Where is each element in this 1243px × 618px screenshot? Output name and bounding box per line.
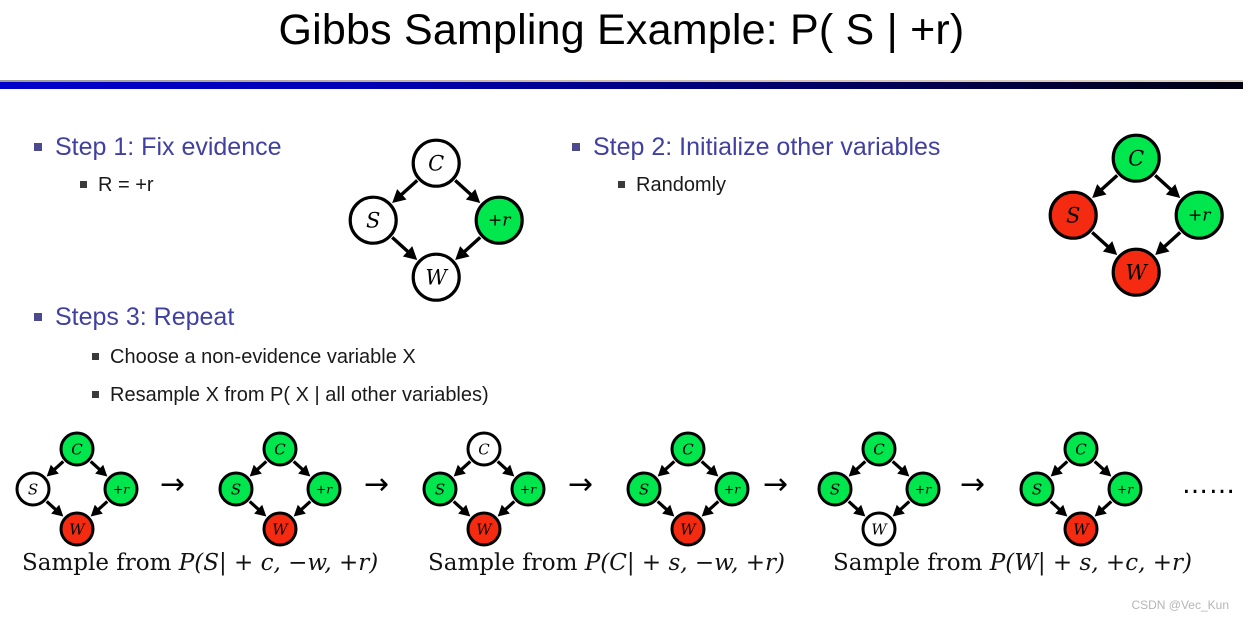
bn-node-label-r: +r xyxy=(316,482,333,496)
step-2-heading: Step 2: Initialize other variables xyxy=(593,133,941,161)
bullet-step-1-sub-1: R = +r xyxy=(80,174,154,197)
bayes-net-step2: C S +r W xyxy=(1045,130,1227,300)
title-divider xyxy=(0,80,1243,89)
bn-node-label-c: C xyxy=(478,440,490,458)
bullet-step-3-sub-1: Choose a non-evidence variable X xyxy=(92,346,416,369)
caption-sample-s: Sample from P(S| + c, −w, +r) xyxy=(22,550,378,576)
bn-node-label-s: S xyxy=(830,480,840,498)
bn-node-label-w: W xyxy=(680,520,697,538)
caption-formula: P(W| + s, +c, +r) xyxy=(989,550,1192,576)
step-3-sub-text-1: Choose a non-evidence variable X xyxy=(110,346,416,368)
bayes-net-chain-5: C S +r W xyxy=(814,428,944,550)
chain-arrow-1: → xyxy=(160,467,186,502)
bayes-net-chain-1: C S +r W xyxy=(12,428,142,550)
step-3-heading: Steps 3: Repeat xyxy=(55,303,235,331)
chain-arrow-2: → xyxy=(364,467,390,502)
bn-node-label-w: W xyxy=(1073,520,1090,538)
bn-node-label-c: C xyxy=(873,440,885,458)
bayes-net-step1: C S +r W xyxy=(345,135,527,305)
bullet-step-2: Step 2: Initialize other variables xyxy=(572,133,940,162)
bullet-step-2-sub-1: Randomly xyxy=(618,174,726,197)
bn-node-label-r: +r xyxy=(915,482,932,496)
bn-node-label-r: +r xyxy=(1117,482,1134,496)
watermark: CSDN @Vec_Kun xyxy=(1131,598,1229,612)
step-1-sub-text: R = +r xyxy=(98,174,154,196)
bullet-marker-icon xyxy=(34,313,42,321)
chain-ellipsis: …… xyxy=(1182,470,1236,500)
bn-node-label-c: C xyxy=(682,440,694,458)
bn-node-label-s: S xyxy=(1032,480,1042,498)
bn-node-label-s: S xyxy=(28,480,38,498)
bullet-marker-icon xyxy=(34,143,42,151)
step-1-heading: Step 1: Fix evidence xyxy=(55,133,282,161)
sub-bullet-marker-icon xyxy=(80,181,87,188)
bn-node-label-r: +r xyxy=(113,482,130,496)
sub-bullet-marker-icon xyxy=(92,353,99,360)
bayes-net-chain-6: C S +r W xyxy=(1016,428,1146,550)
bullet-step-3: Steps 3: Repeat xyxy=(34,303,234,332)
caption-prefix: Sample from xyxy=(22,550,179,576)
caption-formula: P(S| + c, −w, +r) xyxy=(178,550,379,576)
bn-node-label-r: +r xyxy=(1188,206,1212,226)
bn-node-label-c: C xyxy=(274,440,286,458)
sub-bullet-marker-icon xyxy=(618,181,625,188)
divider-bar xyxy=(0,82,1243,89)
step-2-sub-text: Randomly xyxy=(636,174,727,196)
page-title: Gibbs Sampling Example: P( S | +r) xyxy=(278,6,965,54)
bullet-step-3-sub-2: Resample X from P( X | all other variabl… xyxy=(92,384,489,407)
bn-node-label-c: C xyxy=(428,152,444,176)
caption-prefix: Sample from xyxy=(428,550,585,576)
bullet-marker-icon xyxy=(572,143,580,151)
bn-node-label-r: +r xyxy=(520,482,537,496)
bn-node-label-r: +r xyxy=(724,482,741,496)
bn-node-label-c: C xyxy=(1128,147,1144,171)
step-3-sub-text-2: Resample X from P( X | all other variabl… xyxy=(110,384,489,406)
bn-node-label-c: C xyxy=(1075,440,1087,458)
bn-node-label-w: W xyxy=(476,520,493,538)
caption-sample-c: Sample from P(C| + s, −w, +r) xyxy=(428,550,785,576)
bn-node-label-s: S xyxy=(639,480,649,498)
bullet-step-1: Step 1: Fix evidence xyxy=(34,133,282,162)
bayes-net-chain-3: C S +r W xyxy=(419,428,549,550)
bn-node-label-s: S xyxy=(366,209,380,233)
bn-node-label-w: W xyxy=(272,520,289,538)
bn-node-label-s: S xyxy=(1066,204,1080,228)
bayes-net-chain-4: C S +r W xyxy=(623,428,753,550)
bn-node-label-w: W xyxy=(425,266,448,290)
bayes-net-chain-2: C S +r W xyxy=(215,428,345,550)
bn-node-label-w: W xyxy=(871,520,888,538)
bn-node-label-r: +r xyxy=(488,211,512,231)
bn-node-label-s: S xyxy=(231,480,241,498)
chain-arrow-3: → xyxy=(568,467,594,502)
bn-node-label-s: S xyxy=(435,480,445,498)
chain-arrow-5: → xyxy=(960,467,986,502)
caption-prefix: Sample from xyxy=(833,550,990,576)
caption-formula: P(C| + s, −w, +r) xyxy=(584,550,785,576)
bn-node-label-w: W xyxy=(69,520,86,538)
sub-bullet-marker-icon xyxy=(92,391,99,398)
chain-arrow-4: → xyxy=(763,467,789,502)
bn-node-label-w: W xyxy=(1125,261,1148,285)
bn-node-label-c: C xyxy=(71,440,83,458)
caption-sample-w: Sample from P(W| + s, +c, +r) xyxy=(833,550,1192,576)
